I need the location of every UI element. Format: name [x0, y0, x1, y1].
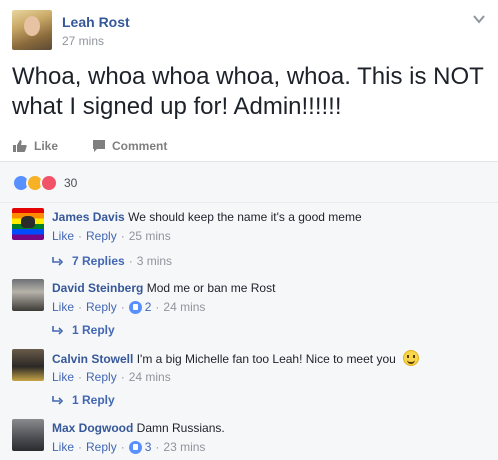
comment-like-link[interactable]: Like: [52, 300, 74, 314]
comment-content: David Steinberg Mod me or ban me Rost: [52, 280, 492, 296]
separator-dot: ·: [128, 254, 133, 268]
separator-dot: ·: [120, 370, 125, 384]
comment-text: Mod me or ban me Rost: [146, 281, 276, 295]
separator-dot: ·: [78, 440, 83, 454]
replies-count-label: 1 Reply: [72, 323, 115, 337]
comment-meta: Like · Reply · 2 · 24 mins: [52, 300, 205, 314]
post-timestamp[interactable]: 27 mins: [62, 34, 104, 48]
comment-bubble-icon: [93, 140, 106, 152]
like-button-label: Like: [34, 139, 59, 153]
replies-time: 3 mins: [136, 254, 173, 268]
view-replies-link[interactable]: 1 Reply: [52, 323, 115, 337]
comment-time[interactable]: 24 mins: [129, 370, 171, 384]
reactions-summary-bar: 30: [0, 161, 498, 203]
separator-dot: ·: [155, 440, 160, 454]
comment-button-label: Comment: [112, 139, 168, 153]
reply-arrow-icon: [52, 396, 64, 405]
post-author-name[interactable]: Leah Rost: [62, 14, 130, 30]
comment-reply-link[interactable]: Reply: [86, 229, 117, 243]
separator-dot: ·: [120, 229, 125, 243]
commenter-avatar[interactable]: [12, 419, 44, 451]
commenter-avatar[interactable]: [12, 279, 44, 311]
comment-reply-link[interactable]: Reply: [86, 370, 117, 384]
love-reaction-icon: [40, 174, 58, 192]
comment-time[interactable]: 24 mins: [163, 300, 205, 314]
post-body-text: Whoa, whoa whoa whoa, whoa. This is NOT …: [12, 63, 484, 120]
replies-count-label: 1 Reply: [72, 393, 115, 407]
comment-content: James Davis We should keep the name it's…: [52, 209, 492, 225]
reactions-summary[interactable]: 30: [12, 174, 77, 192]
chevron-down-icon[interactable]: [472, 12, 486, 26]
reaction-count: 30: [64, 176, 78, 190]
view-replies-link[interactable]: 1 Reply: [52, 393, 115, 407]
reply-arrow-icon: [52, 257, 64, 266]
post-actions-bar: Like Comment: [12, 132, 486, 160]
comment-like-count[interactable]: 2: [145, 300, 152, 314]
like-count-icon: [128, 440, 142, 454]
commenter-avatar[interactable]: [12, 208, 44, 240]
comment-reply-link[interactable]: Reply: [86, 300, 117, 314]
separator-dot: ·: [78, 229, 83, 243]
comment-text: I'm a big Michelle fan too Leah! Nice to…: [136, 352, 396, 366]
view-replies-link[interactable]: 7 Replies · 3 mins: [52, 254, 172, 268]
separator-dot: ·: [120, 440, 125, 454]
commenter-name[interactable]: Calvin Stowell: [52, 352, 133, 366]
comment-meta: Like · Reply · 3 · 23 mins: [52, 440, 205, 454]
comment-time[interactable]: 23 mins: [163, 440, 205, 454]
author-avatar[interactable]: [12, 10, 52, 50]
separator-dot: ·: [78, 370, 83, 384]
separator-dot: ·: [78, 300, 83, 314]
separator-dot: ·: [120, 300, 125, 314]
comment-time[interactable]: 25 mins: [129, 229, 171, 243]
reply-arrow-icon: [52, 326, 64, 335]
commenter-avatar[interactable]: [12, 349, 44, 381]
like-button[interactable]: Like: [12, 139, 58, 153]
comment-text: We should keep the name it's a good meme: [128, 210, 362, 224]
comment-content: Max Dogwood Damn Russians.: [52, 420, 492, 436]
comment-like-link[interactable]: Like: [52, 440, 74, 454]
smiley-emoji-icon: [403, 350, 420, 366]
comment-like-count[interactable]: 3: [145, 440, 152, 454]
replies-count-label: 7 Replies: [72, 254, 125, 268]
commenter-name[interactable]: David Steinberg: [52, 281, 143, 295]
thumbs-up-icon: [13, 140, 27, 152]
post-header: Leah Rost 27 mins: [12, 10, 486, 54]
like-count-icon: [128, 300, 142, 314]
comment-reply-link[interactable]: Reply: [86, 440, 117, 454]
comment-like-link[interactable]: Like: [52, 370, 74, 384]
comment-like-link[interactable]: Like: [52, 229, 74, 243]
comment-button[interactable]: Comment: [92, 139, 167, 153]
comment-content: Calvin Stowell I'm a big Michelle fan to…: [52, 350, 492, 367]
comment-text: Damn Russians.: [136, 421, 225, 435]
commenter-name[interactable]: Max Dogwood: [52, 421, 133, 435]
separator-dot: ·: [155, 300, 160, 314]
commenter-name[interactable]: James Davis: [52, 210, 125, 224]
comment-meta: Like · Reply · 24 mins: [52, 370, 171, 384]
comments-list: James Davis We should keep the name it's…: [0, 203, 498, 460]
comment-meta: Like · Reply · 25 mins: [52, 229, 171, 243]
